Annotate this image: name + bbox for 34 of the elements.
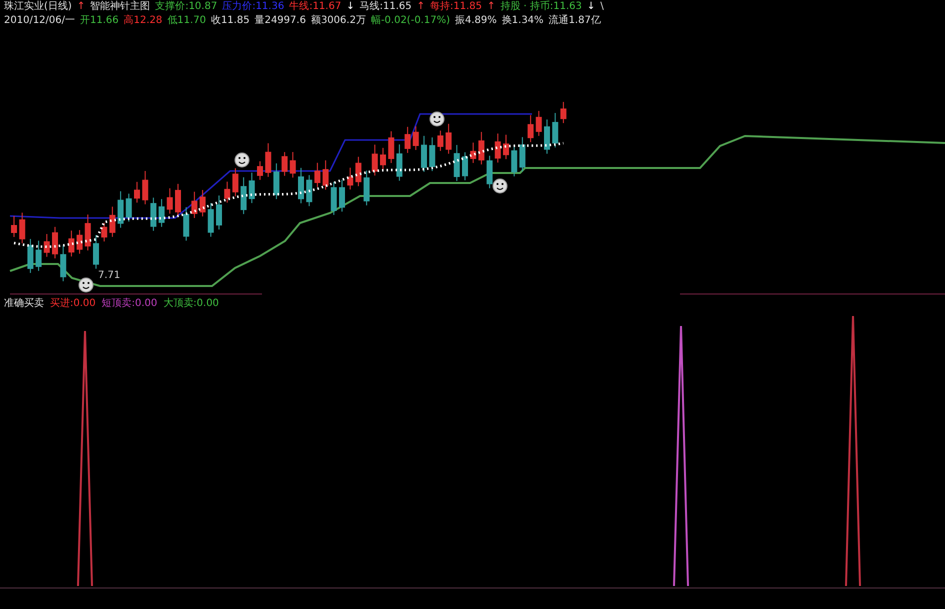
header-text: 智能神针主图 [90,1,150,13]
header-text: 马线:11.65 [360,1,412,13]
quote-text: 流通1.87亿 [548,15,601,27]
quote-text: 量24997.6 [254,15,306,27]
quote-text: 开11.66 [80,15,119,27]
indicator-value: 大顶卖:0.00 [163,298,219,310]
price-label: 7.71 [98,270,120,281]
header-text: \ [600,1,604,13]
header-text: ↑ [76,1,86,13]
header-text: 持股 · 持币:11.63 [500,1,582,13]
smiley-icon [492,178,508,194]
header-text: 珠江实业(日线) [4,1,72,13]
quote-text: 振4.89% [455,15,497,27]
header-text: ↓ [346,1,355,13]
face-icon [234,152,250,168]
header-text: 支撑价:10.87 [155,1,218,13]
header-text: ↑ [486,1,496,13]
indicator-title: 准确买卖 [4,298,44,310]
quote-text: 换1.34% [502,15,544,27]
quote-text: 额3006.2万 [310,15,366,27]
header-text: 每持:11.85 [430,1,482,13]
header-text: 牛线:11.67 [289,1,342,13]
indicator-value: 短顶卖:0.00 [102,298,158,310]
header-text: ↑ [416,1,425,13]
quote-text: 2010/12/06/一 [4,15,76,27]
face-icon [430,112,444,126]
header-text: 压力价:11.36 [222,1,284,13]
header-text: ↓ [586,1,596,13]
quote-text: 高12.28 [124,15,162,27]
indicator-value: 买进:0.00 [50,298,96,310]
quote-text: 幅-0.02(-0.17%) [370,15,450,27]
quote-text: 低11.70 [167,15,206,27]
quote-text: 收11.85 [210,15,250,27]
smiley-icon [78,278,94,292]
